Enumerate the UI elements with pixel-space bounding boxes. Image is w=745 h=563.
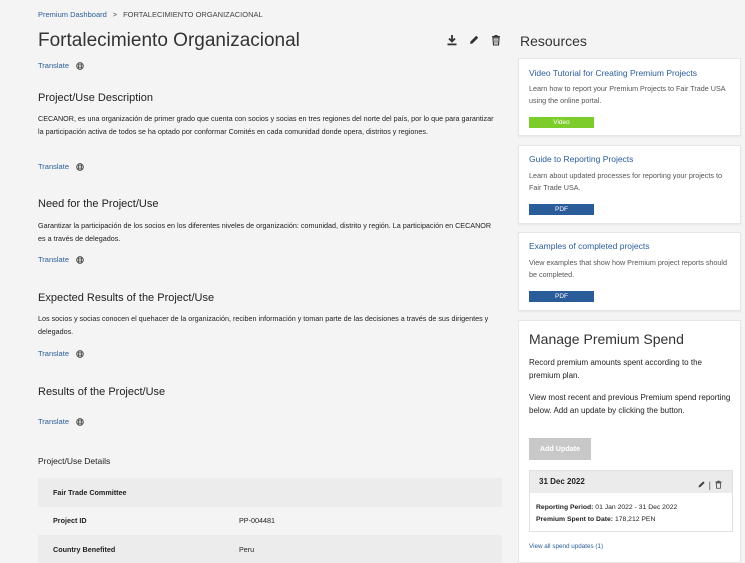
pdf-button[interactable]: PDF <box>529 291 594 302</box>
table-row: Project ID PP-004481 <box>38 506 502 535</box>
title-actions <box>446 33 502 46</box>
resource-title-link[interactable]: Examples of completed projects <box>529 241 649 251</box>
update-actions: | <box>697 476 723 494</box>
table-row: Country Benefited Peru <box>38 535 502 563</box>
period-label: Reporting Period: <box>536 504 594 511</box>
table-row: Fair Trade Committee <box>38 478 502 507</box>
manage-text-2: View most recent and previous Premium sp… <box>529 393 731 415</box>
update-date: 31 Dec 2022 <box>539 477 585 486</box>
breadcrumb-separator: > <box>112 12 117 19</box>
detail-label: Country Benefited <box>53 544 116 554</box>
detail-label: Fair Trade Committee <box>53 487 127 497</box>
pdf-button[interactable]: PDF <box>529 204 594 215</box>
spent-label: Premium Spent to Date: <box>536 516 614 523</box>
period-value: 01 Jan 2022 - 31 Dec 2022 <box>595 504 678 511</box>
resource-desc: Learn about updated processes for report… <box>529 171 722 192</box>
update-header: 31 Dec 2022 | <box>530 471 732 493</box>
translate-label: Translate <box>38 162 69 171</box>
detail-value: PP-004481 <box>239 516 275 526</box>
resource-desc: View examples that show how Premium proj… <box>529 258 728 279</box>
section-title-description: Project/Use Description <box>38 92 153 104</box>
resource-card-guide: Guide to Reporting Projects Learn about … <box>518 145 741 224</box>
details-table: Fair Trade Committee Project ID PP-00448… <box>38 478 502 563</box>
details-title: Project/Use Details <box>38 456 111 466</box>
breadcrumb: Premium Dashboard > FORTALECIMIENTO ORGA… <box>38 10 263 19</box>
trash-icon[interactable] <box>714 476 723 494</box>
spent-value: 178,212 PEN <box>614 516 656 523</box>
translate-label: Translate <box>38 417 69 426</box>
resources-title: Resources <box>520 33 587 49</box>
resource-card-examples: Examples of completed projects View exam… <box>518 232 741 311</box>
translate-label: Translate <box>38 349 69 358</box>
manage-text-1: Record premium amounts spent according t… <box>529 358 702 380</box>
resource-desc: Learn how to report your Premium Project… <box>529 84 726 105</box>
section-title-need: Need for the Project/Use <box>38 198 159 210</box>
pencil-icon[interactable] <box>468 33 480 45</box>
download-icon[interactable] <box>446 33 458 46</box>
globe-icon <box>76 162 84 171</box>
globe-icon <box>76 349 84 358</box>
detail-value: Peru <box>239 544 255 554</box>
section-title-expected: Expected Results of the Project/Use <box>38 292 215 304</box>
main-content: Premium Dashboard > FORTALECIMIENTO ORGA… <box>0 0 510 563</box>
translate-label: Translate <box>38 255 69 264</box>
section-text-expected: Los socios y socias conocen el quehacer … <box>38 314 489 336</box>
action-separator: | <box>708 479 711 490</box>
page-title: Fortalecimiento Organizacional <box>38 30 300 51</box>
section-text-need: Garantizar la participación de los socio… <box>38 221 492 243</box>
resource-title-link[interactable]: Video Tutorial for Creating Premium Proj… <box>529 68 697 78</box>
globe-icon <box>76 417 84 426</box>
translate-link[interactable]: Translate <box>38 61 84 70</box>
globe-icon <box>76 61 84 70</box>
update-body: Reporting Period: 01 Jan 2022 - 31 Dec 2… <box>536 502 677 526</box>
section-title-results: Results of the Project/Use <box>38 386 166 398</box>
add-update-button[interactable]: Add Update <box>529 438 591 460</box>
spend-update-card: 31 Dec 2022 | Reporting Period: 01 Jan 2… <box>529 470 733 532</box>
sidebar: Resources Video Tutorial for Creating Pr… <box>518 0 745 563</box>
breadcrumb-home-link[interactable]: Premium Dashboard <box>38 10 107 19</box>
translate-label: Translate <box>38 61 69 70</box>
pencil-icon[interactable] <box>697 476 706 494</box>
resource-title-link[interactable]: Guide to Reporting Projects <box>529 154 633 164</box>
section-text-description: CECANOR, es una organización de primer g… <box>38 114 494 136</box>
translate-link[interactable]: Translate <box>38 255 84 264</box>
trash-icon[interactable] <box>490 33 502 46</box>
translate-link[interactable]: Translate <box>38 417 84 426</box>
video-button[interactable]: Video <box>529 117 594 128</box>
breadcrumb-current: FORTALECIMIENTO ORGANIZACIONAL <box>123 10 263 19</box>
translate-link[interactable]: Translate <box>38 349 84 358</box>
detail-label: Project ID <box>53 516 87 526</box>
translate-link[interactable]: Translate <box>38 162 84 171</box>
manage-title: Manage Premium Spend <box>529 331 684 347</box>
view-all-updates-link[interactable]: View all spend updates (1) <box>529 543 603 550</box>
globe-icon <box>76 255 84 264</box>
resource-card-video: Video Tutorial for Creating Premium Proj… <box>518 58 741 136</box>
manage-premium-panel: Manage Premium Spend Record premium amou… <box>518 320 741 563</box>
